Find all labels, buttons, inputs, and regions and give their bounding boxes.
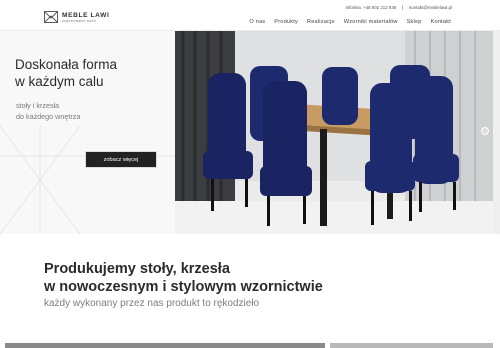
see-more-button[interactable]: zobacz więcej [85, 151, 157, 168]
hero-subtitle: stoły i krzesła do każdego wnętrza [16, 101, 81, 121]
hero-text-panel: Doskonała forma w każdym calu stoły i kr… [0, 31, 175, 234]
decorative-lines [0, 126, 175, 234]
contact-separator [402, 5, 404, 10]
gallery-strip-right [330, 343, 493, 348]
nav-item-sklep[interactable]: Sklep [407, 19, 422, 25]
hero-photo [175, 31, 493, 234]
section-subtitle: każdy wykonany przez nas produkt to ręko… [44, 298, 260, 309]
brand-name: MEBLE LAWI [62, 11, 110, 19]
scrollbar-strip [493, 31, 500, 234]
main-nav: O nas Produkty Realizacje Wzorniki mater… [240, 19, 451, 25]
logo[interactable]: MEBLE LAWI projektowanie mebli [44, 11, 109, 23]
hero-section: Doskonała forma w każdym calu stoły i kr… [0, 31, 500, 234]
logo-icon [44, 11, 58, 23]
nav-item-realizacje[interactable]: Realizacje [307, 19, 335, 25]
contact-bar: Infolinia: +48 502 212 936 kontakt@meble… [346, 5, 452, 10]
email-link[interactable]: kontakt@meblelawi.pl [409, 5, 452, 10]
nav-item-wzorniki[interactable]: Wzorniki materiałów [344, 19, 398, 25]
hero-title: Doskonała forma w każdym calu [15, 57, 118, 89]
intro-section: Produkujemy stoły, krzesła w nowoczesnym… [0, 234, 500, 348]
nav-item-kontakt[interactable]: Kontakt [431, 19, 451, 25]
nav-item-produkty[interactable]: Produkty [274, 19, 298, 25]
phone-link[interactable]: Infolinia: +48 502 212 936 [346, 5, 397, 10]
section-title: Produkujemy stoły, krzesła w nowoczesnym… [44, 261, 323, 295]
slider-dot-icon[interactable] [481, 127, 489, 135]
brand-tagline: projektowanie mebli [62, 18, 96, 23]
nav-item-o-nas[interactable]: O nas [249, 19, 265, 25]
gallery-strip-left [5, 343, 325, 348]
site-header: MEBLE LAWI projektowanie mebli Infolinia… [0, 0, 500, 31]
